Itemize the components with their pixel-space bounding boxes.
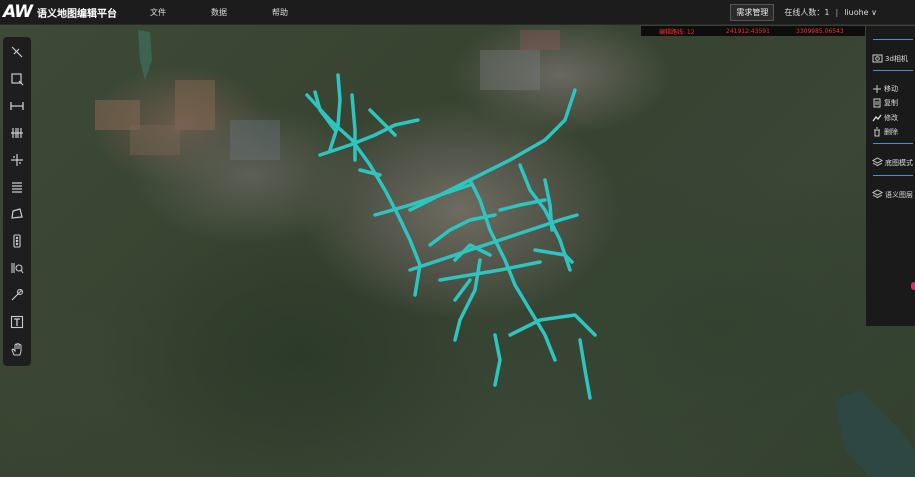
layers-icon: [872, 157, 883, 167]
road: [408, 88, 577, 212]
move-label: 移动: [884, 85, 898, 93]
vertical-bars-icon[interactable]: [8, 124, 26, 142]
edit-icon: [872, 114, 882, 122]
coord-x: 241912.43591: [726, 27, 770, 35]
river-water: [138, 30, 152, 80]
text-icon[interactable]: [8, 313, 26, 331]
road: [438, 260, 542, 282]
chevron-down-icon: ∨: [871, 7, 877, 17]
app-title: 语义地图编辑平台: [36, 8, 117, 20]
road: [453, 243, 492, 262]
top-bar: AW 语义地图编辑平台 文件 数据 帮助 需求管理 在线人数：1 | liuoh…: [0, 0, 915, 25]
delete-label: 删除: [884, 128, 898, 136]
divider: [873, 70, 913, 71]
main-menu: 文件 数据 帮助: [150, 7, 333, 18]
request-management-button[interactable]: 需求管理: [730, 3, 775, 21]
menu-data[interactable]: 数据: [211, 7, 227, 18]
urban-block: [230, 120, 280, 160]
divider: [873, 39, 913, 40]
layers-icon: [872, 189, 883, 199]
urban-block: [520, 30, 560, 50]
road: [358, 168, 382, 177]
semantic-layer-button[interactable]: 语义图层: [872, 189, 914, 200]
polygon-icon[interactable]: [8, 205, 26, 223]
logo: AW 语义地图编辑平台: [3, 2, 117, 22]
road: [498, 198, 547, 212]
road: [453, 278, 472, 302]
left-toolbar: [3, 37, 31, 366]
copy-button[interactable]: 复制: [872, 98, 898, 108]
divider: [873, 175, 913, 176]
road-count: 编辑路线: 12: [659, 28, 695, 36]
semantic-layer-label: 语义图层: [885, 190, 913, 199]
top-right-area: 需求管理 在线人数：1 | liuohe ∨: [730, 0, 915, 24]
edit-label: 修改: [884, 114, 898, 122]
split-icon[interactable]: [8, 151, 26, 169]
pin-route-icon[interactable]: [8, 286, 26, 304]
move-icon: [873, 85, 881, 93]
status-bar: 编辑路线: 12 241912.43591 3309985.06543: [641, 26, 865, 36]
divider: [873, 143, 913, 144]
list-icon[interactable]: [8, 178, 26, 196]
copy-label: 复制: [884, 99, 898, 107]
map-overlay: [95, 30, 915, 477]
user-menu[interactable]: liuohe ∨: [844, 8, 877, 17]
trash-icon: [874, 127, 880, 137]
traffic-light-icon[interactable]: [8, 232, 26, 250]
hand-icon[interactable]: [8, 340, 26, 358]
copy-icon: [873, 98, 881, 108]
road: [508, 313, 597, 337]
select-line-icon[interactable]: [8, 43, 26, 61]
user-name: liuohe: [844, 7, 869, 17]
urban-block: [175, 80, 215, 130]
satellite-map[interactable]: [0, 25, 915, 477]
menu-help[interactable]: 帮助: [272, 7, 288, 18]
road: [493, 333, 502, 387]
logo-mark: AW: [3, 2, 33, 22]
move-button[interactable]: 移动: [872, 84, 898, 94]
road: [453, 258, 482, 342]
lake-water: [835, 390, 915, 477]
road-network: [305, 73, 597, 400]
base-map-mode-label: 底图模式: [885, 158, 913, 167]
edit-button[interactable]: 修改: [872, 113, 898, 123]
coord-y: 3309985.06543: [796, 27, 844, 35]
online-count: 在线人数：1: [784, 7, 830, 17]
horizontal-measure-icon[interactable]: [8, 97, 26, 115]
camera-3d-button[interactable]: 3d相机: [872, 53, 914, 64]
right-panel: 3d相机 移动 复制 修改 删除 底图模式 语义图层: [866, 26, 915, 326]
urban-block: [480, 50, 540, 90]
menu-file[interactable]: 文件: [150, 7, 166, 18]
zoom-layer-icon[interactable]: [8, 259, 26, 277]
road: [578, 338, 592, 400]
delete-button[interactable]: 删除: [872, 127, 898, 137]
camera-3d-label: 3d相机: [885, 54, 908, 63]
indicator-dot: [911, 282, 915, 290]
base-map-mode-button[interactable]: 底图模式: [872, 157, 914, 168]
urban-block: [130, 125, 180, 155]
camera-icon: [872, 54, 883, 63]
road: [350, 93, 357, 162]
select-box-icon[interactable]: [8, 70, 26, 88]
road: [313, 90, 337, 132]
road: [328, 73, 342, 152]
separator: |: [835, 7, 839, 17]
